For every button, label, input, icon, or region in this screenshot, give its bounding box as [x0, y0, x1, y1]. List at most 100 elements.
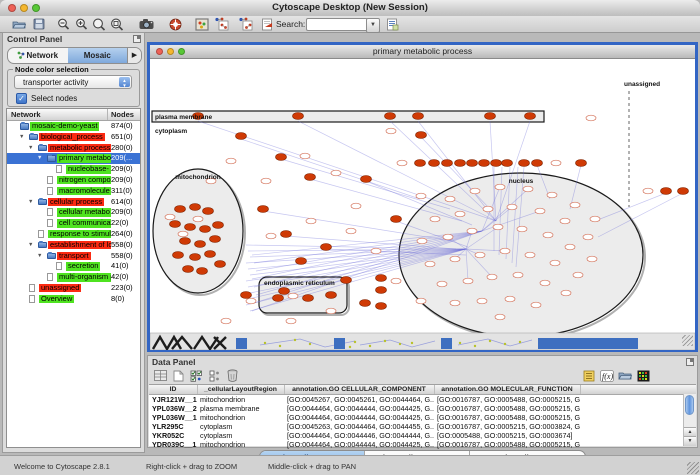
tree-expander-icon[interactable]: ▼	[19, 132, 24, 143]
tree-row[interactable]: cell communicat22(0)	[7, 218, 140, 229]
graph-node-label[interactable]	[560, 218, 570, 224]
graph-node-label[interactable]	[477, 298, 487, 304]
graph-node-label[interactable]	[586, 115, 596, 121]
data-panel-float-icon[interactable]	[686, 358, 694, 366]
graph-node-label[interactable]	[193, 216, 203, 222]
bottom-strip-node[interactable]	[279, 345, 281, 347]
import-network-icon[interactable]	[213, 17, 231, 31]
bottom-strip-node[interactable]	[384, 340, 386, 342]
graph-node[interactable]	[210, 236, 221, 243]
tree-row[interactable]: response to stimulu264(0)	[7, 229, 140, 240]
graph-node-label[interactable]	[517, 226, 527, 232]
graph-node[interactable]	[385, 113, 396, 120]
graph-node[interactable]	[429, 160, 440, 167]
tree-expander-icon[interactable]: ▼	[37, 251, 42, 262]
open-session-button[interactable]	[10, 17, 28, 31]
graph-node[interactable]	[467, 160, 478, 167]
graph-node-label[interactable]	[590, 216, 600, 222]
graph-node-label[interactable]	[416, 193, 426, 199]
save-session-button[interactable]	[30, 17, 48, 31]
graph-node-label[interactable]	[430, 216, 440, 222]
search-input[interactable]	[306, 18, 368, 31]
delete-attribute-icon[interactable]	[224, 368, 240, 383]
zoom-selected-icon[interactable]	[90, 17, 108, 31]
graph-node[interactable]	[215, 261, 226, 268]
tree-row[interactable]: ▼cellular process614(0)	[7, 197, 140, 208]
graph-node-label[interactable]	[266, 233, 276, 239]
graph-node[interactable]	[190, 204, 201, 211]
zoom-out-icon[interactable]	[54, 17, 72, 31]
graph-node[interactable]	[203, 208, 214, 215]
graph-node-label[interactable]	[543, 232, 553, 238]
graph-node-label[interactable]	[643, 188, 653, 194]
tab-network[interactable]: Network	[8, 48, 68, 63]
snapshot-camera-icon[interactable]	[137, 17, 155, 31]
graph-node-label[interactable]	[246, 298, 256, 304]
graph-node-label[interactable]	[500, 248, 510, 254]
graph-node-label[interactable]	[487, 274, 497, 280]
graph-node[interactable]	[183, 266, 194, 273]
graph-node[interactable]	[321, 244, 332, 251]
graph-node[interactable]	[485, 113, 496, 120]
graph-node-label[interactable]	[286, 318, 296, 324]
graph-node-label[interactable]	[587, 256, 597, 262]
graph-node[interactable]	[180, 238, 191, 245]
vizmapper-icon[interactable]	[193, 17, 211, 31]
graph-node[interactable]	[326, 292, 337, 299]
graph-node-label[interactable]	[495, 314, 505, 320]
help-lifering-icon[interactable]	[166, 17, 184, 31]
zoom-fit-icon[interactable]	[108, 17, 126, 31]
graph-node[interactable]	[197, 268, 208, 275]
graph-node-label[interactable]	[326, 308, 336, 314]
graph-node-label[interactable]	[346, 228, 356, 234]
graph-node[interactable]	[502, 160, 513, 167]
tree-row[interactable]: Overview8(0)	[7, 294, 140, 305]
selected-node[interactable]	[441, 338, 452, 349]
graph-node-label[interactable]	[178, 231, 188, 237]
graph-node-label[interactable]	[565, 244, 575, 250]
graph-node-label[interactable]	[300, 153, 310, 159]
unselect-attributes-icon[interactable]	[206, 368, 222, 383]
graph-node-label[interactable]	[450, 300, 460, 306]
graph-node-label[interactable]	[445, 196, 455, 202]
graph-node-label[interactable]	[261, 178, 271, 184]
tree-row[interactable]: ▼establishment of lo558(0)	[7, 240, 140, 251]
graph-node[interactable]	[678, 188, 689, 195]
table-row[interactable]: YDR039C__1mitochondrion[GO:0044464, GO:0…	[149, 440, 696, 449]
bottom-strip-node[interactable]	[489, 340, 491, 342]
attribute-matrix-icon[interactable]	[635, 368, 651, 383]
graph-node[interactable]	[241, 292, 252, 299]
attribute-list-icon[interactable]	[581, 368, 597, 383]
tree-row[interactable]: multi-organism pro42(0)	[7, 272, 140, 283]
graph-node[interactable]	[190, 254, 201, 261]
graph-node-label[interactable]	[535, 208, 545, 214]
table-row[interactable]: YKR052Ccytoplasm[GO:0044464, GO:0044446,…	[149, 431, 696, 440]
tree-row[interactable]: ▼transport558(0)	[7, 251, 140, 262]
table-column-header[interactable]: annotation.GO MOLECULAR_FUNCTION	[434, 386, 580, 393]
graph-node[interactable]	[173, 252, 184, 259]
graph-node-label[interactable]	[397, 160, 407, 166]
attribute-grid-icon[interactable]	[152, 368, 168, 383]
graph-node-label[interactable]	[226, 158, 236, 164]
select-nodes-checkbox[interactable]: ✓	[16, 93, 27, 104]
table-row[interactable]: YPL036W__2plasma membrane[GO:0044464, GO…	[149, 404, 696, 413]
frame-resize-grip[interactable]	[682, 335, 693, 346]
graph-node[interactable]	[415, 160, 426, 167]
graph-node-label[interactable]	[288, 293, 298, 299]
zoom-in-icon[interactable]	[72, 17, 90, 31]
bottom-strip-node[interactable]	[294, 339, 296, 341]
select-attributes-icon[interactable]	[188, 368, 204, 383]
graph-node[interactable]	[455, 160, 466, 167]
tree-row[interactable]: cellular metabo209(0)	[7, 207, 140, 218]
graph-node[interactable]	[532, 160, 543, 167]
table-column-header[interactable]: _cellularLayoutRegion	[197, 386, 284, 393]
graph-node[interactable]	[376, 287, 387, 294]
tree-column-network[interactable]: Network	[11, 110, 41, 119]
export-network-icon[interactable]	[237, 17, 255, 31]
network-canvas[interactable]: plasma membranecytoplasmmitochondrionnuc…	[150, 59, 695, 350]
graph-node[interactable]	[525, 113, 536, 120]
graph-node[interactable]	[416, 132, 427, 139]
graph-node-label[interactable]	[463, 278, 473, 284]
graph-node[interactable]	[376, 303, 387, 310]
graph-node-label[interactable]	[165, 214, 175, 220]
